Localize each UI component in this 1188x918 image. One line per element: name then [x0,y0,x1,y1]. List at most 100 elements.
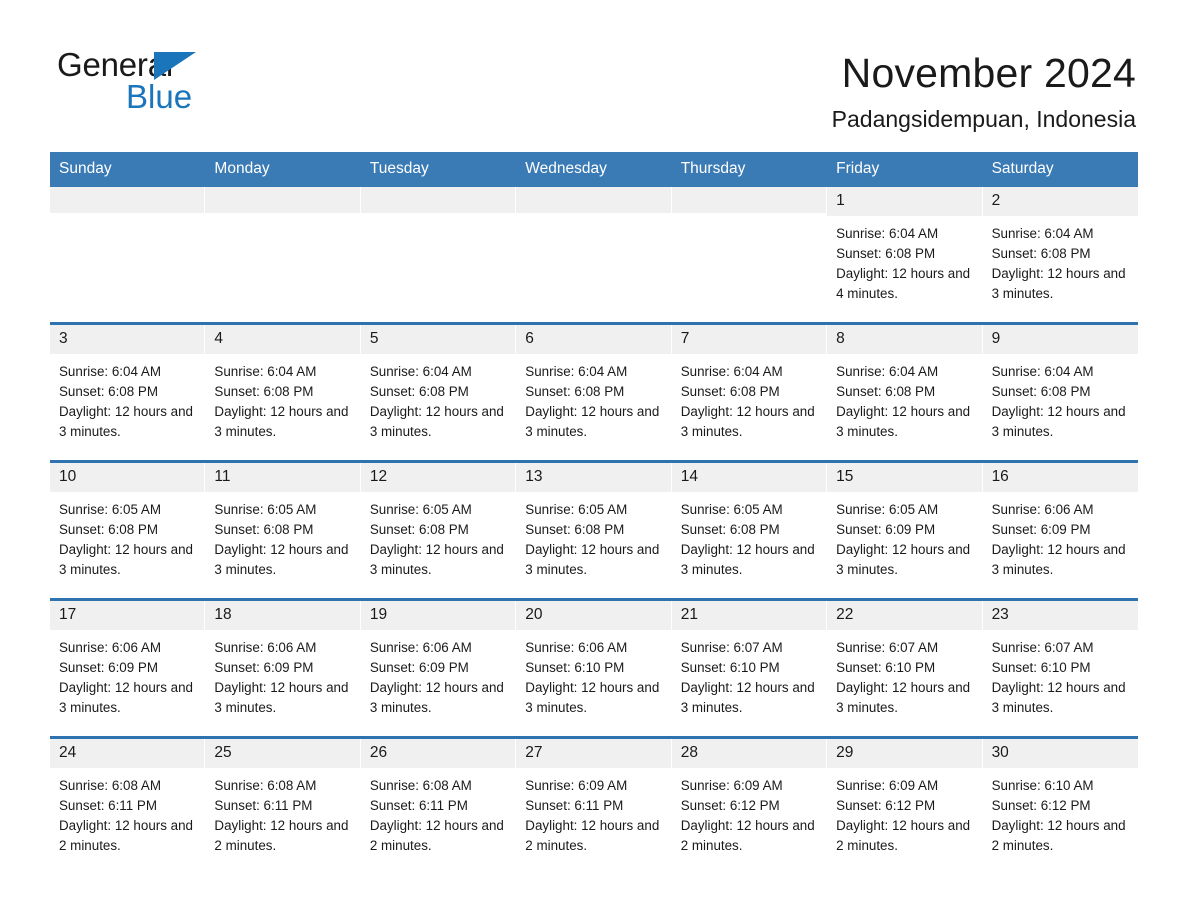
weekday-monday: Monday [214,159,270,177]
day-cell[interactable]: 15 Sunrise: 6:05 AM Sunset: 6:09 PM Dayligh… [827,463,983,599]
page-title: November 2024 [841,50,1136,96]
page-subtitle: Padangsidempuan, Indonesia [831,106,1136,133]
day-number: 13 [516,463,671,493]
day-cell[interactable]: 7 Sunrise: 6:04 AM Sunset: 6:08 PM Daylight… [671,325,828,461]
weekday-sunday: Sunday [59,159,112,177]
weekday-saturday: Saturday [991,159,1054,177]
day-cell[interactable]: 3 Sunrise: 6:04 AM Sunset: 6:08 PM Daylight… [50,325,206,461]
day-details: Sunrise: 6:05 AM Sunset: 6:08 PM Daylight:… [672,492,826,580]
sunset-text: Sunset: 6:08 PM [525,522,625,538]
calendar-grid: Sunday Monday Tuesday Wednesday Thursday… [50,151,1138,875]
day-cell[interactable]: 14 Sunrise: 6:05 AM Sunset: 6:08 PM Dayligh… [671,463,828,599]
daylight-text: Daylight: 12 hours and 3 minutes. [525,680,660,716]
sunrise-text: Sunrise: 6:06 AM [369,640,472,656]
daylight-text: Daylight: 12 hours and 3 minutes. [836,404,971,440]
week-row: 17 Sunrise: 6:06 AM Sunset: 6:09 PM Dayligh… [50,598,1138,737]
daylight-text: Daylight: 12 hours and 2 minutes. [525,818,660,854]
calendar-page: General Blue November 2024 Padangsidempu… [0,0,1188,918]
daylight-text: Daylight: 12 hours and 3 minutes. [369,542,504,578]
day-cell[interactable]: 22 Sunrise: 6:07 AM Sunset: 6:10 PM Dayligh… [827,601,983,737]
day-cell[interactable]: 29 Sunrise: 6:09 AM Sunset: 6:12 PM Dayligh… [827,739,983,875]
day-number: 29 [827,739,982,769]
day-number: 7 [671,325,827,355]
day-cell[interactable]: 28 Sunrise: 6:09 AM Sunset: 6:12 PM Dayligh… [671,739,828,875]
day-cell[interactable]: 9 Sunrise: 6:04 AM Sunset: 6:08 PM Daylight… [982,325,1138,461]
daylight-text: Daylight: 12 hours and 2 minutes. [680,818,815,854]
day-cell[interactable]: 20 Sunrise: 6:06 AM Sunset: 6:10 PM Dayligh… [516,601,672,737]
day-cell[interactable]: 11 Sunrise: 6:05 AM Sunset: 6:08 PM Dayligh… [205,463,361,599]
day-cell[interactable]: 23 Sunrise: 6:07 AM Sunset: 6:10 PM Dayligh… [982,601,1138,737]
sunrise-text: Sunrise: 6:05 AM [59,502,161,518]
day-details: Sunrise: 6:05 AM Sunset: 6:08 PM Daylight:… [516,492,670,580]
sunset-text: Sunset: 6:10 PM [991,660,1091,676]
day-cell[interactable]: 8 Sunrise: 6:04 AM Sunset: 6:08 PM Daylight… [827,325,983,461]
day-details: Sunrise: 6:05 AM Sunset: 6:08 PM Daylight:… [50,492,204,580]
day-cell[interactable]: 13 Sunrise: 6:05 AM Sunset: 6:08 PM Dayligh… [516,463,672,599]
daylight-text: Daylight: 12 hours and 3 minutes. [59,542,193,578]
daylight-text: Daylight: 12 hours and 3 minutes. [59,680,193,716]
day-number: 16 [982,463,1138,493]
sunset-text: Sunset: 6:11 PM [214,798,313,814]
sunset-text: Sunset: 6:12 PM [836,798,936,814]
day-cell[interactable]: 1 Sunrise: 6:04 AM Sunset: 6:08 PM Daylight… [827,187,983,323]
day-cell[interactable]: 16 Sunrise: 6:06 AM Sunset: 6:09 PM Dayligh… [982,463,1138,599]
daylight-text: Daylight: 12 hours and 3 minutes. [836,542,971,578]
day-number [360,187,516,214]
day-number [50,187,205,214]
sunrise-text: Sunrise: 6:04 AM [836,364,939,380]
day-details: Sunrise: 6:04 AM Sunset: 6:08 PM Daylight:… [827,354,981,442]
daylight-text: Daylight: 12 hours and 2 minutes. [59,818,193,854]
day-cell[interactable]: 24 Sunrise: 6:08 AM Sunset: 6:11 PM Dayligh… [50,739,206,875]
day-cell[interactable]: 5 Sunrise: 6:04 AM Sunset: 6:08 PM Daylight… [360,325,517,461]
day-cell[interactable]: 21 Sunrise: 6:07 AM Sunset: 6:10 PM Dayligh… [671,601,828,737]
day-cell[interactable]: 27 Sunrise: 6:09 AM Sunset: 6:11 PM Dayligh… [516,739,672,875]
day-cell[interactable]: 26 Sunrise: 6:08 AM Sunset: 6:11 PM Dayligh… [360,739,517,875]
day-cell[interactable]: 12 Sunrise: 6:05 AM Sunset: 6:08 PM Dayligh… [360,463,517,599]
day-cell[interactable]: 10 Sunrise: 6:05 AM Sunset: 6:08 PM Dayligh… [50,463,206,599]
daylight-text: Daylight: 12 hours and 3 minutes. [214,542,349,578]
sunrise-text: Sunrise: 6:06 AM [991,502,1094,518]
sunrise-text: Sunrise: 6:08 AM [59,778,161,794]
day-cell[interactable]: 2 Sunrise: 6:04 AM Sunset: 6:08 PM Daylight… [982,187,1138,323]
day-cell[interactable]: 4 Sunrise: 6:04 AM Sunset: 6:08 PM Daylight… [205,325,361,461]
day-cell[interactable]: 17 Sunrise: 6:06 AM Sunset: 6:09 PM Dayligh… [50,601,206,737]
day-number: 14 [671,463,827,493]
daylight-text: Daylight: 12 hours and 4 minutes. [836,266,971,302]
sunrise-text: Sunrise: 6:04 AM [991,364,1094,380]
sunset-text: Sunset: 6:09 PM [59,660,158,676]
day-details: Sunrise: 6:06 AM Sunset: 6:09 PM Daylight:… [205,630,359,718]
daylight-text: Daylight: 12 hours and 3 minutes. [991,542,1126,578]
day-cell[interactable]: 6 Sunrise: 6:04 AM Sunset: 6:08 PM Daylight… [516,325,672,461]
day-number: 27 [516,739,671,769]
day-details: Sunrise: 6:04 AM Sunset: 6:08 PM Daylight:… [361,354,515,442]
day-details: Sunrise: 6:08 AM Sunset: 6:11 PM Daylight:… [361,768,515,856]
sunset-text: Sunset: 6:08 PM [214,522,314,538]
week-row: 3 Sunrise: 6:04 AM Sunset: 6:08 PM Daylight… [50,322,1138,461]
sunset-text: Sunset: 6:08 PM [680,384,780,400]
day-cell[interactable]: 30 Sunrise: 6:10 AM Sunset: 6:12 PM Dayligh… [982,739,1138,875]
sunset-text: Sunset: 6:08 PM [680,522,780,538]
day-details: Sunrise: 6:09 AM Sunset: 6:11 PM Daylight:… [516,768,670,856]
sunrise-text: Sunrise: 6:07 AM [991,640,1094,656]
page-header: General Blue November 2024 Padangsidempu… [0,0,1188,134]
daylight-text: Daylight: 12 hours and 3 minutes. [525,542,660,578]
day-cell[interactable]: 25 Sunrise: 6:08 AM Sunset: 6:11 PM Dayligh… [205,739,361,875]
weekday-tuesday: Tuesday [369,159,429,177]
day-details: Sunrise: 6:04 AM Sunset: 6:08 PM Daylight:… [827,216,981,304]
week-row: 10 Sunrise: 6:05 AM Sunset: 6:08 PM Dayligh… [50,460,1138,599]
day-details: Sunrise: 6:07 AM Sunset: 6:10 PM Daylight:… [672,630,826,718]
day-cell[interactable]: 19 Sunrise: 6:06 AM Sunset: 6:09 PM Dayligh… [360,601,517,737]
sunset-text: Sunset: 6:08 PM [59,384,158,400]
sunset-text: Sunset: 6:08 PM [59,522,158,538]
day-cell[interactable]: 18 Sunrise: 6:06 AM Sunset: 6:09 PM Dayligh… [205,601,361,737]
sunrise-text: Sunrise: 6:07 AM [680,640,783,656]
sunrise-text: Sunrise: 6:09 AM [836,778,939,794]
generalblue-logo: General Blue [57,48,247,122]
sunset-text: Sunset: 6:08 PM [214,384,314,400]
sunrise-text: Sunrise: 6:08 AM [214,778,317,794]
weekday-thursday: Thursday [680,159,746,177]
day-details: Sunrise: 6:06 AM Sunset: 6:10 PM Daylight:… [516,630,670,718]
daylight-text: Daylight: 12 hours and 3 minutes. [214,680,349,716]
day-number: 17 [50,601,205,631]
day-number: 4 [205,325,360,355]
